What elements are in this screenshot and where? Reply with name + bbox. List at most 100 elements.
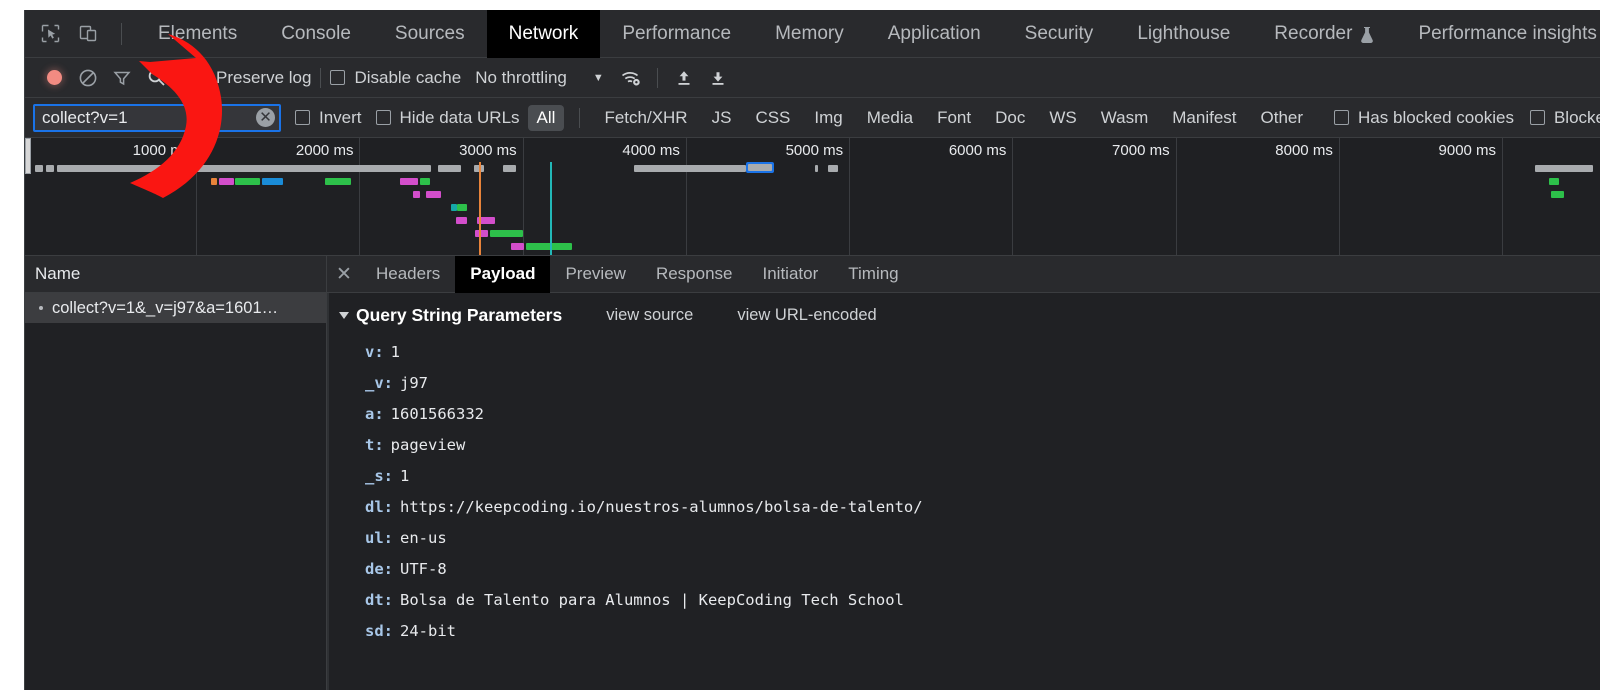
- preserve-log-checkbox[interactable]: Preserve log: [192, 68, 311, 88]
- type-filter-fetch-xhr[interactable]: Fetch/XHR: [595, 105, 696, 131]
- invert-box[interactable]: [295, 110, 310, 125]
- main-tab-list: Elements Console Sources Network Performance…: [136, 10, 1600, 58]
- tab-recorder[interactable]: Recorder: [1252, 10, 1396, 58]
- query-string-section-header[interactable]: Query String Parameters view source view…: [329, 305, 1600, 326]
- device-toolbar-icon[interactable]: [69, 15, 107, 53]
- request-type-icon: [39, 306, 43, 310]
- query-param-value: https://keepcoding.io/nuestros-alumnos/b…: [400, 497, 923, 516]
- record-stop-icon[interactable]: [37, 61, 71, 95]
- tab-performance-insights[interactable]: Performance insights: [1396, 10, 1600, 58]
- overview-scrollbar[interactable]: [25, 138, 31, 174]
- type-filter-wasm[interactable]: Wasm: [1092, 105, 1158, 131]
- overview-event-line-load: [550, 162, 553, 255]
- overview-gridline: [359, 138, 361, 255]
- query-param-key: ul:: [365, 528, 393, 547]
- tab-sources[interactable]: Sources: [373, 10, 487, 58]
- type-filter-ws[interactable]: WS: [1040, 105, 1085, 131]
- overview-request-bar: [400, 178, 419, 185]
- overview-request-bar: [437, 165, 461, 172]
- network-overview-timeline[interactable]: 1000 ms 2000 ms 3000 ms 4000 ms 5000 ms 6000 …: [25, 138, 1600, 256]
- hide-data-urls-checkbox[interactable]: Hide data URLs: [375, 107, 520, 128]
- filter-input[interactable]: collect?v=1 ✕: [33, 103, 281, 132]
- view-source-link[interactable]: view source: [606, 306, 693, 325]
- tab-security[interactable]: Security: [1003, 10, 1116, 58]
- throttling-dropdown[interactable]: No throttling ▼: [475, 68, 604, 88]
- inspect-element-icon[interactable]: [31, 15, 69, 53]
- disable-cache-checkbox[interactable]: Disable cache: [330, 68, 461, 88]
- detail-tab-preview[interactable]: Preview: [550, 256, 640, 293]
- query-param-row: dt: Bolsa de Talento para Alumnos | KeepC…: [329, 584, 1600, 615]
- detail-tab-payload[interactable]: Payload: [455, 255, 551, 293]
- network-body: Name collect?v=1&_v=j97&a=1601… ✕ Header…: [25, 255, 1600, 690]
- type-filter-other[interactable]: Other: [1252, 105, 1313, 131]
- chevron-down-icon[interactable]: [339, 312, 349, 319]
- blocked-requests-checkbox[interactable]: Blocked Requ: [1529, 107, 1600, 128]
- overview-selected-request-bar[interactable]: [745, 162, 775, 173]
- type-filter-img[interactable]: Img: [805, 105, 851, 131]
- query-string-parameters-list: v: 1 _v: j97 a: 1601566332 t: pageview _s: 1 dl: ht…: [329, 336, 1600, 646]
- overview-gridline: [1502, 138, 1504, 255]
- invert-checkbox[interactable]: Invert: [295, 108, 362, 128]
- detail-tab-timing[interactable]: Timing: [833, 256, 913, 293]
- type-filter-doc[interactable]: Doc: [986, 105, 1034, 131]
- tab-label: Lighthouse: [1137, 22, 1231, 44]
- tab-console[interactable]: Console: [259, 10, 373, 58]
- query-param-value: 1: [400, 466, 410, 485]
- overview-tick-label: 1000 ms: [132, 142, 191, 159]
- blocked-requests-label: Blocked Requ: [1553, 107, 1600, 127]
- overview-request-bar: [490, 230, 523, 237]
- query-param-key: dt:: [365, 590, 393, 609]
- disable-cache-box[interactable]: [330, 70, 346, 85]
- preserve-log-box[interactable]: [192, 70, 207, 85]
- table-row[interactable]: collect?v=1&_v=j97&a=1601…: [25, 293, 326, 323]
- detail-tab-response[interactable]: Response: [641, 256, 748, 293]
- tab-application[interactable]: Application: [866, 10, 1003, 58]
- type-filter-js[interactable]: JS: [703, 105, 741, 131]
- tab-elements[interactable]: Elements: [136, 10, 259, 58]
- query-param-key: a:: [365, 404, 384, 423]
- has-blocked-cookies-box[interactable]: [1334, 110, 1350, 125]
- overview-request-bar: [1551, 191, 1565, 198]
- hide-data-urls-box[interactable]: [375, 110, 391, 125]
- detail-tab-headers[interactable]: Headers: [361, 256, 455, 293]
- tab-memory[interactable]: Memory: [753, 10, 866, 58]
- type-filter-css[interactable]: CSS: [746, 105, 799, 131]
- tab-label: Sources: [394, 22, 465, 44]
- query-param-value: pageview: [390, 435, 466, 454]
- payload-view: Query String Parameters view source view…: [327, 293, 1600, 690]
- overview-request-bar: [210, 178, 218, 185]
- filter-icon[interactable]: [105, 61, 139, 95]
- clear-icon[interactable]: [71, 61, 105, 95]
- type-filter-manifest[interactable]: Manifest: [1163, 105, 1245, 131]
- tab-lighthouse[interactable]: Lighthouse: [1115, 10, 1252, 58]
- detail-tab-initiator[interactable]: Initiator: [748, 256, 834, 293]
- type-filter-font[interactable]: Font: [928, 105, 980, 131]
- type-filter-media[interactable]: Media: [858, 105, 922, 131]
- export-har-icon[interactable]: [701, 61, 735, 95]
- has-blocked-cookies-checkbox[interactable]: Has blocked cookies: [1334, 108, 1514, 128]
- close-icon[interactable]: ✕: [327, 256, 361, 293]
- overview-gridline: [1338, 138, 1340, 255]
- filter-input-value: collect?v=1: [42, 107, 128, 127]
- network-conditions-icon[interactable]: [614, 61, 648, 95]
- blocked-requests-box[interactable]: [1529, 110, 1545, 125]
- query-param-row: _s: 1: [329, 460, 1600, 491]
- clear-filter-icon[interactable]: ✕: [256, 108, 275, 127]
- query-param-key: t:: [365, 435, 384, 454]
- search-icon[interactable]: [139, 61, 173, 95]
- query-param-key: sd:: [365, 621, 393, 640]
- overview-gridline: [849, 138, 851, 255]
- overview-gridline: [1012, 138, 1014, 255]
- view-url-encoded-link[interactable]: view URL-encoded: [737, 306, 876, 325]
- toolbar-divider-2: [320, 67, 322, 88]
- hide-data-urls-label: Hide data URLs: [399, 107, 520, 127]
- type-filter-all[interactable]: All: [527, 104, 565, 131]
- query-param-row: v: 1: [329, 336, 1600, 367]
- overview-tick-label: 2000 ms: [295, 142, 354, 159]
- tab-network[interactable]: Network: [486, 10, 601, 58]
- query-param-key: _v:: [365, 373, 393, 392]
- tab-performance[interactable]: Performance: [600, 10, 753, 58]
- import-har-icon[interactable]: [667, 61, 701, 95]
- overview-request-bar: [57, 165, 432, 172]
- requests-column-header[interactable]: Name: [25, 256, 326, 293]
